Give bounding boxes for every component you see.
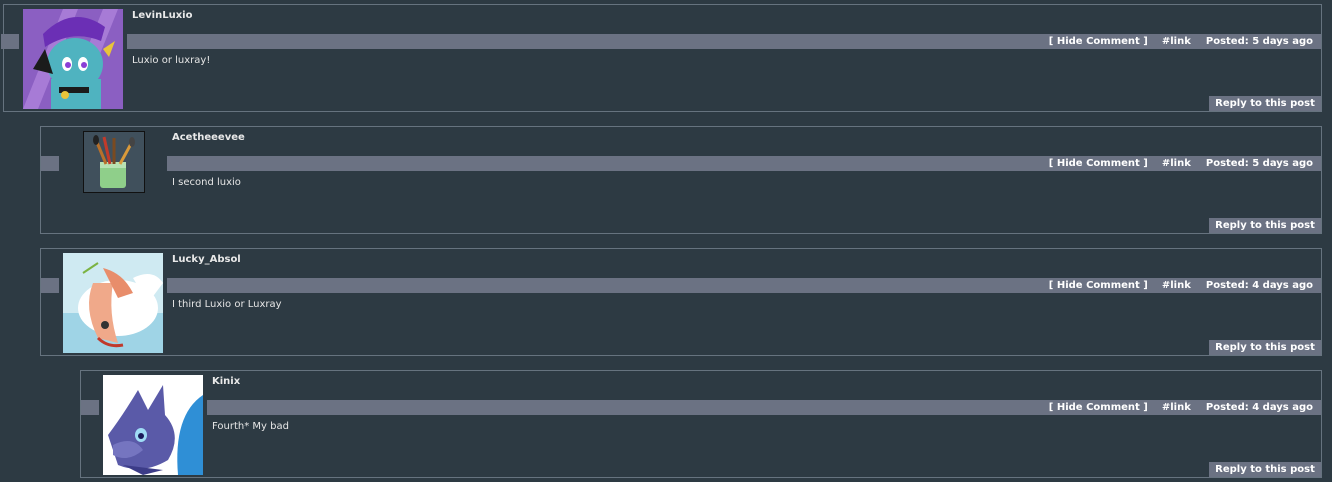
comment: Kinix [ Hide Comment ] #link Posted: 4 day… (80, 370, 1322, 478)
permalink[interactable]: #link (1162, 280, 1191, 291)
username[interactable]: Kinix (212, 376, 240, 387)
hide-comment-button[interactable]: [ Hide Comment ] (1049, 36, 1148, 47)
indent-strip (81, 400, 99, 415)
blue-wolf-avatar-icon[interactable] (103, 375, 203, 475)
reply-button[interactable]: Reply to this post (1209, 218, 1321, 233)
comment-text: I second luxio (172, 177, 241, 188)
indent-strip (1, 34, 19, 49)
comment-text: Fourth* My bad (212, 421, 289, 432)
comment: Acetheeevee [ Hide Comment ] #link Posted:… (40, 126, 1322, 234)
hide-comment-button[interactable]: [ Hide Comment ] (1049, 158, 1148, 169)
posted-timestamp: Posted: 5 days ago (1205, 36, 1313, 47)
permalink[interactable]: #link (1162, 36, 1191, 47)
permalink[interactable]: #link (1162, 158, 1191, 169)
username[interactable]: Acetheeevee (172, 132, 245, 143)
comment-text: I third Luxio or Luxray (172, 299, 282, 310)
comment-meta-bar: [ Hide Comment ] #link Posted: 4 days ago (167, 278, 1321, 293)
comment: LevinLuxio [ Hide Comment ] #link Posted: … (1, 4, 1322, 112)
posted-timestamp: Posted: 4 days ago (1205, 280, 1313, 291)
hide-comment-button[interactable]: [ Hide Comment ] (1049, 402, 1148, 413)
comment-meta-bar: [ Hide Comment ] #link Posted: 5 days ago (167, 156, 1321, 171)
posted-timestamp: Posted: 4 days ago (1205, 402, 1313, 413)
reply-button[interactable]: Reply to this post (1209, 96, 1321, 111)
comment-meta-bar: [ Hide Comment ] #link Posted: 5 days ago (127, 34, 1321, 49)
comment: Lucky_Absol [ Hide Comment ] #link Posted:… (40, 248, 1322, 356)
comment-meta-bar: [ Hide Comment ] #link Posted: 4 days ago (207, 400, 1321, 415)
reply-button[interactable]: Reply to this post (1209, 340, 1321, 355)
indent-strip (41, 156, 59, 171)
username[interactable]: LevinLuxio (132, 10, 192, 21)
hide-comment-button[interactable]: [ Hide Comment ] (1049, 280, 1148, 291)
posted-timestamp: Posted: 5 days ago (1205, 158, 1313, 169)
reply-button[interactable]: Reply to this post (1209, 462, 1321, 477)
paintbrush-cup-avatar-icon[interactable] (83, 131, 145, 193)
username[interactable]: Lucky_Absol (172, 254, 241, 265)
indent-strip (41, 278, 59, 293)
absol-avatar-icon[interactable] (63, 253, 163, 353)
luxio-avatar-icon[interactable] (23, 9, 123, 109)
comment-text: Luxio or luxray! (132, 55, 211, 66)
permalink[interactable]: #link (1162, 402, 1191, 413)
